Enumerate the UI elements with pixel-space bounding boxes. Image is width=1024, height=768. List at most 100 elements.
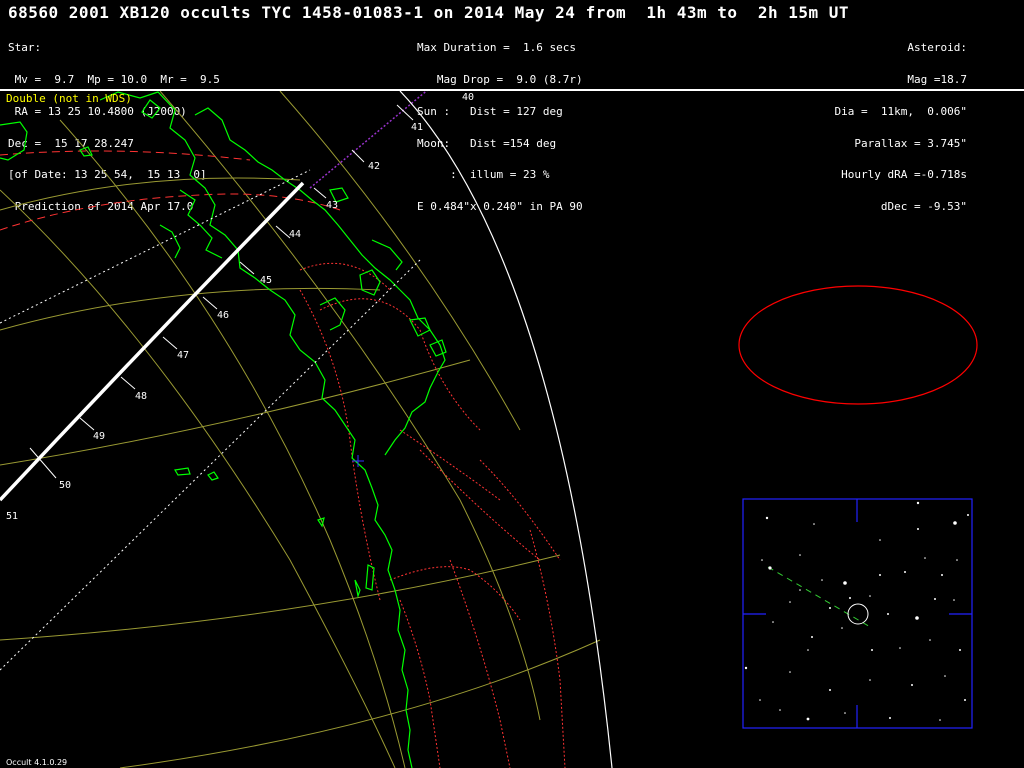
coastline-segment	[141, 99, 161, 119]
time-tick	[120, 376, 136, 390]
coastline-segment	[354, 579, 361, 599]
finder-star	[869, 595, 871, 597]
finder-star	[761, 559, 763, 561]
time-tick	[162, 336, 178, 350]
finder-star	[939, 719, 941, 721]
finder-star	[941, 574, 943, 576]
finder-star	[879, 574, 881, 576]
finder-star	[871, 649, 873, 651]
time-tick	[351, 149, 365, 163]
finder-star	[849, 597, 851, 599]
time-label: 41	[411, 122, 423, 133]
border-line	[479, 459, 561, 561]
finder-star	[915, 616, 919, 620]
time-tick	[396, 104, 414, 121]
finder-star	[911, 684, 913, 686]
time-label: 47	[177, 350, 189, 361]
finder-star	[841, 627, 843, 629]
finder-star	[829, 607, 831, 609]
coastline-segment	[319, 297, 346, 331]
sigma-line	[0, 150, 251, 161]
finder-star	[924, 557, 926, 559]
coastline-segment	[384, 289, 446, 456]
time-tick	[313, 187, 327, 199]
country-borders	[299, 262, 566, 768]
coastline-segment	[159, 224, 181, 259]
finder-star	[929, 639, 931, 641]
path-limit-north	[0, 169, 311, 324]
time-label: 50	[59, 480, 71, 491]
time-label: 42	[368, 161, 380, 172]
finder-frame	[742, 498, 973, 729]
graticule-line	[159, 91, 541, 721]
finder-star	[779, 709, 781, 711]
time-label: 40	[462, 92, 474, 103]
time-tick	[79, 417, 95, 431]
finder-star	[829, 689, 831, 691]
version-label: Occult 4.1.0.29	[6, 758, 68, 767]
time-extension-line	[309, 91, 428, 189]
coastline-segment	[179, 189, 223, 259]
finder-star	[759, 699, 761, 701]
finder-star	[799, 554, 801, 556]
finder-star	[944, 675, 946, 677]
finder-star	[887, 613, 889, 615]
finder-star	[806, 717, 810, 721]
graticule-line	[59, 119, 406, 768]
border-line	[399, 429, 501, 501]
time-label: 45	[260, 275, 272, 286]
coastline-segment	[269, 289, 413, 768]
finder-star	[768, 566, 772, 570]
double-star-note: Double (not in WDS)	[6, 92, 132, 105]
graticule-line	[0, 359, 471, 466]
finder-star	[744, 666, 748, 670]
time-label: 48	[135, 391, 147, 402]
finder-star	[811, 636, 813, 638]
border-line	[299, 289, 381, 601]
time-label: 49	[93, 431, 105, 442]
border-line	[529, 529, 566, 768]
border-line	[389, 566, 521, 621]
coastline-segment	[207, 471, 219, 481]
coastline-segment	[99, 91, 271, 291]
finder-star	[813, 523, 815, 525]
time-tick	[202, 296, 218, 310]
finder-star	[953, 599, 955, 601]
finder-star	[799, 589, 801, 591]
border-line	[419, 449, 541, 561]
finder-star	[765, 516, 769, 520]
finder-star	[807, 649, 809, 651]
finder-star	[772, 621, 774, 623]
finder-star	[953, 521, 957, 525]
sigma-lines	[0, 150, 341, 231]
finder-star	[964, 699, 966, 701]
finder-star	[843, 581, 847, 585]
finder-star	[956, 559, 958, 561]
finder-star	[844, 712, 846, 714]
graticule-grid	[0, 91, 601, 768]
graticule-line	[0, 189, 396, 768]
finder-star	[934, 598, 936, 600]
time-label: 44	[289, 229, 301, 240]
finder-star	[916, 501, 920, 505]
finder-chart	[742, 498, 973, 729]
time-labels: 40 41 42 43 44 45 46 47 48 49 50 51	[6, 92, 474, 522]
time-label: 51	[6, 511, 18, 522]
coastline-segment	[371, 239, 403, 271]
central-path	[0, 181, 305, 502]
graticule-line	[0, 554, 561, 641]
time-label: 46	[217, 310, 229, 321]
finder-star	[789, 601, 791, 603]
finder-star	[789, 671, 791, 673]
finder-star	[899, 647, 901, 649]
finder-star	[967, 514, 969, 516]
earth-limb	[399, 91, 613, 768]
uncertainty-ellipse	[738, 285, 978, 405]
finder-star	[917, 528, 919, 530]
finder-star	[869, 679, 871, 681]
finder-star	[959, 649, 961, 651]
finder-star	[821, 579, 823, 581]
occultation-map[interactable]: 40 41 42 43 44 45 46 47 48 49 50 51	[0, 0, 1024, 768]
finder-star	[879, 539, 881, 541]
coastline-segment	[174, 467, 191, 476]
